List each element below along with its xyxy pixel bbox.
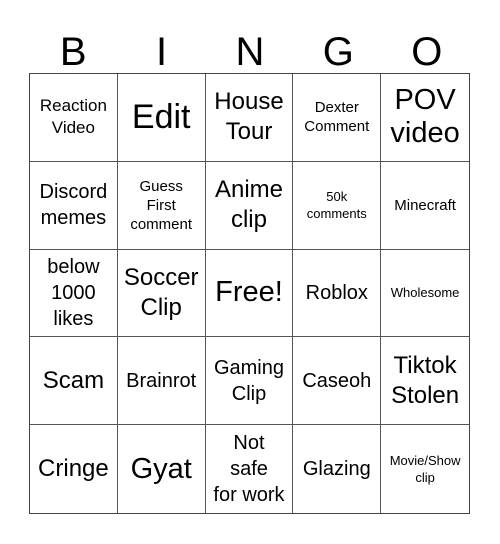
bingo-cell-label: Guess First comment bbox=[130, 177, 193, 233]
bingo-cell[interactable]: House Tour bbox=[205, 74, 294, 162]
bingo-cell-label: Scam bbox=[42, 366, 105, 394]
bingo-cell-label: House Tour bbox=[214, 88, 284, 146]
bingo-cell-label: Free! bbox=[215, 276, 283, 309]
bingo-cell-label: Brainrot bbox=[126, 369, 197, 392]
bingo-cell[interactable]: Caseoh bbox=[293, 337, 382, 426]
bingo-cell-label: Discord memes bbox=[39, 181, 108, 230]
bingo-grid: Reaction Video Edit House Tour Dexter Comme… bbox=[29, 73, 470, 514]
bingo-cell-label: Reaction Video bbox=[39, 96, 107, 138]
bingo-cell[interactable]: Guess First comment bbox=[117, 161, 206, 250]
bingo-cell-label: Roblox bbox=[305, 281, 368, 304]
bingo-cell[interactable]: Anime clip bbox=[205, 161, 294, 250]
bingo-cell-label: 50k comments bbox=[306, 189, 367, 222]
bingo-cell[interactable]: Roblox bbox=[293, 249, 382, 338]
bingo-cell[interactable]: Scam bbox=[30, 337, 118, 426]
bingo-cell-label: Tiktok Stolen bbox=[391, 351, 460, 409]
bingo-cell-label: Soccer Clip bbox=[123, 263, 199, 321]
header-letter-n: N bbox=[235, 30, 265, 74]
bingo-cell[interactable]: Wholesome bbox=[381, 250, 469, 338]
bingo-cell-label: Glazing bbox=[302, 458, 371, 481]
bingo-cell[interactable]: Brainrot bbox=[117, 337, 206, 426]
bingo-cell-label: Anime clip bbox=[214, 176, 283, 234]
bingo-cell-label: Wholesome bbox=[390, 285, 460, 301]
bingo-cell[interactable]: Minecraft bbox=[381, 162, 469, 250]
header-letter-i: I bbox=[156, 30, 168, 74]
bingo-cell-label: below 1000 likes bbox=[47, 255, 100, 330]
bingo-header: B I N G O bbox=[29, 30, 471, 74]
bingo-cell[interactable]: Movie/Show clip bbox=[381, 425, 469, 513]
bingo-cell[interactable]: 50k comments bbox=[293, 161, 382, 250]
bingo-cell[interactable]: Reaction Video bbox=[30, 74, 118, 162]
bingo-cell-label: Gyat bbox=[130, 452, 192, 485]
bingo-cell[interactable]: Dexter Comment bbox=[293, 74, 382, 162]
bingo-cell[interactable]: Edit bbox=[117, 74, 206, 162]
bingo-cell[interactable]: Gaming Clip bbox=[205, 337, 294, 426]
bingo-cell[interactable]: below 1000 likes bbox=[30, 249, 118, 338]
header-letter-o: O bbox=[411, 30, 443, 74]
bingo-cell-label: Caseoh bbox=[302, 369, 372, 392]
bingo-cell-label: Minecraft bbox=[394, 196, 456, 214]
bingo-cell[interactable]: POV video bbox=[381, 74, 469, 162]
bingo-cell-label: Edit bbox=[131, 98, 191, 137]
bingo-cell[interactable]: Cringe bbox=[30, 425, 118, 513]
bingo-cell-label: Gaming Clip bbox=[213, 356, 284, 405]
bingo-cell[interactable]: Not safe for work bbox=[206, 425, 294, 513]
bingo-cell-label: Not safe for work bbox=[213, 432, 285, 507]
bingo-cell-label: POV video bbox=[390, 84, 460, 150]
bingo-cell[interactable]: Discord memes bbox=[30, 161, 118, 250]
header-letter-b: B bbox=[59, 30, 87, 74]
bingo-cell[interactable]: Gyat bbox=[118, 425, 206, 513]
bingo-cell-label: Cringe bbox=[38, 455, 109, 483]
bingo-cell[interactable]: Glazing bbox=[293, 425, 382, 513]
bingo-cell[interactable]: Soccer Clip bbox=[117, 249, 206, 338]
bingo-cell-label: Dexter Comment bbox=[304, 99, 370, 136]
header-letter-g: G bbox=[322, 30, 354, 74]
bingo-cell-free-space[interactable]: Free! bbox=[205, 249, 294, 338]
bingo-cell-label: Movie/Show clip bbox=[389, 453, 461, 486]
bingo-cell[interactable]: Tiktok Stolen bbox=[381, 337, 469, 426]
